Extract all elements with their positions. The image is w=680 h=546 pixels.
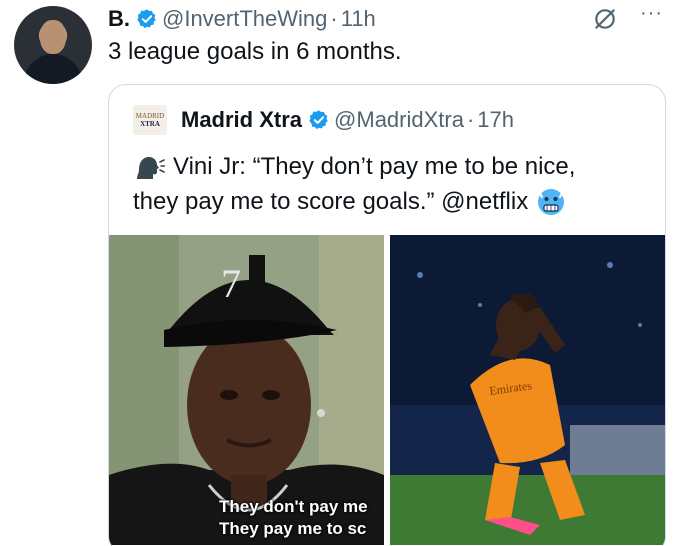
vini-celebration-illustration: Emirates <box>390 235 665 545</box>
cold-face-icon <box>538 188 565 215</box>
quote-time[interactable]: 17h <box>477 107 514 133</box>
quote-text-line2: they pay me to score goals.” @netflix <box>133 188 529 215</box>
tweet-header: B. @InvertTheWing · 11h <box>108 4 376 34</box>
logo-line2: XTRA <box>140 120 160 128</box>
quote-text-line1-row: Vini Jr: “They don’t pay me to be nice, <box>133 149 653 184</box>
quote-author-name[interactable]: Madrid Xtra <box>181 107 302 133</box>
author-avatar[interactable] <box>14 6 92 84</box>
grok-icon[interactable] <box>592 6 618 32</box>
cap-number: 7 <box>221 261 241 306</box>
video-caption-line2: They pay me to sc <box>219 519 367 538</box>
verified-badge-icon <box>137 9 156 29</box>
more-options-icon[interactable]: ··· <box>640 2 663 25</box>
tweet-text: 3 league goals in 6 months. <box>108 38 402 65</box>
author-name[interactable]: B. <box>108 6 130 32</box>
speaking-head-icon <box>137 156 165 179</box>
quoted-tweet[interactable]: MADRID XTRA Madrid Xtra @MadridXtra · 17… <box>108 84 666 546</box>
quote-author-handle[interactable]: @MadridXtra <box>334 107 464 133</box>
quote-author-avatar[interactable]: MADRID XTRA <box>133 105 167 135</box>
video-caption-line1: They don't pay me <box>219 497 368 516</box>
quote-text-line2-row: they pay me to score goals.” @netflix <box>133 184 653 219</box>
avatar-suit <box>24 54 82 84</box>
logo-line1: MADRID <box>135 112 165 120</box>
quote-text: Vini Jr: “They don’t pay me to be nice, … <box>133 149 653 219</box>
quote-separator: · <box>466 107 475 132</box>
quote-media[interactable]: 7 They don't pay me They pay me to sc Em… <box>109 235 665 546</box>
author-handle[interactable]: @InvertTheWing <box>162 6 327 32</box>
verified-badge-icon <box>309 110 328 130</box>
media-image-vini-interview[interactable]: 7 They don't pay me They pay me to sc <box>109 235 384 545</box>
header-separator: · <box>330 6 338 31</box>
tweet-time[interactable]: 11h <box>341 6 376 32</box>
quote-header: MADRID XTRA Madrid Xtra @MadridXtra · 17… <box>133 105 514 135</box>
avatar-head <box>40 20 66 54</box>
media-image-vini-celebration[interactable]: Emirates <box>390 235 665 545</box>
quote-text-line1: Vini Jr: “They don’t pay me to be nice, <box>173 153 576 180</box>
